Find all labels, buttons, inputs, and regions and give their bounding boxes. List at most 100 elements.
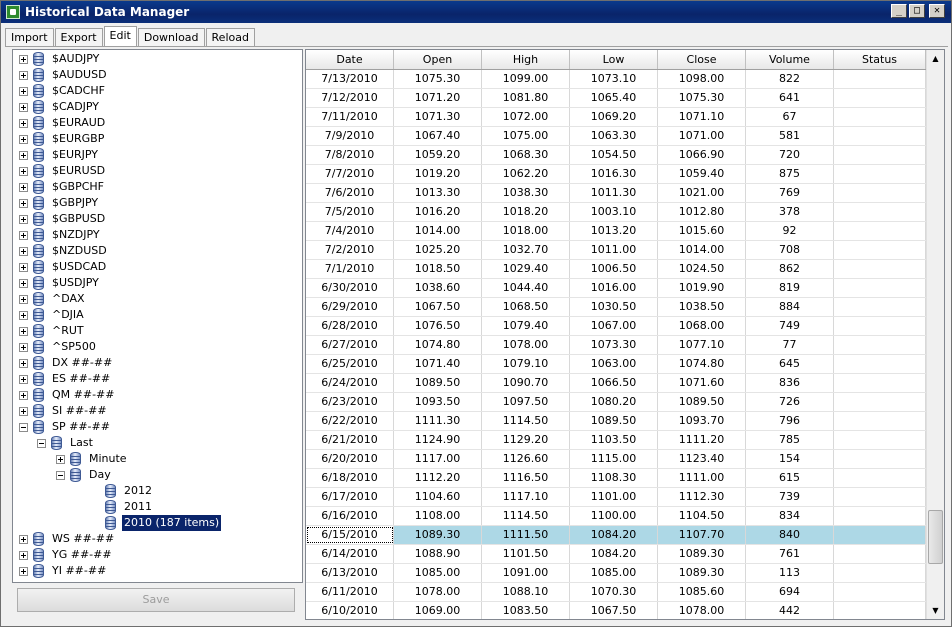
tree-node[interactable]: $GBPUSD	[19, 211, 107, 227]
cell-low[interactable]: 1065.40	[570, 89, 658, 107]
close-button[interactable]: ✕	[929, 4, 945, 18]
tab-edit[interactable]: Edit	[103, 26, 137, 47]
expand-icon[interactable]	[19, 150, 28, 160]
cell-low[interactable]: 1016.30	[570, 165, 658, 183]
expand-icon[interactable]	[19, 166, 28, 176]
cell-status[interactable]	[834, 450, 926, 468]
table-row[interactable]: 6/29/2010 1067.50 1068.50 1030.50 1038.50 884	[306, 298, 926, 317]
cell-open[interactable]: 1117.00	[394, 450, 482, 468]
cell-open[interactable]: 1025.20	[394, 241, 482, 259]
cell-high[interactable]: 1101.50	[482, 545, 570, 563]
cell-volume[interactable]: 836	[746, 374, 834, 392]
cell-status[interactable]	[834, 488, 926, 506]
vertical-scrollbar[interactable]: ▲ ▼	[926, 50, 944, 619]
cell-low[interactable]: 1011.00	[570, 241, 658, 259]
cell-date[interactable]: 6/24/2010	[306, 374, 394, 392]
expand-icon[interactable]	[19, 326, 28, 336]
cell-open[interactable]: 1069.00	[394, 602, 482, 619]
table-row[interactable]: 6/21/2010 1124.90 1129.20 1103.50 1111.20 785	[306, 431, 926, 450]
expand-icon[interactable]	[19, 534, 28, 544]
collapse-icon[interactable]	[56, 470, 65, 480]
tree-node[interactable]: $GBPJPY	[19, 195, 100, 211]
cell-status[interactable]	[834, 184, 926, 202]
cell-date[interactable]: 6/10/2010	[306, 602, 394, 619]
tree-node[interactable]: ^SP500	[19, 339, 98, 355]
cell-high[interactable]: 1078.00	[482, 336, 570, 354]
expand-icon[interactable]	[56, 454, 65, 464]
cell-high[interactable]: 1029.40	[482, 260, 570, 278]
cell-close[interactable]: 1078.00	[658, 602, 746, 619]
cell-open[interactable]: 1124.90	[394, 431, 482, 449]
expand-icon[interactable]	[19, 278, 28, 288]
tree-node[interactable]: ES ##-##	[19, 371, 112, 387]
cell-date[interactable]: 7/1/2010	[306, 260, 394, 278]
table-row[interactable]: 6/28/2010 1076.50 1079.40 1067.00 1068.00 749	[306, 317, 926, 336]
collapse-icon[interactable]	[19, 422, 28, 432]
cell-status[interactable]	[834, 89, 926, 107]
cell-close[interactable]: 1066.90	[658, 146, 746, 164]
expand-icon[interactable]	[19, 54, 28, 64]
cell-close[interactable]: 1077.10	[658, 336, 746, 354]
cell-status[interactable]	[834, 526, 926, 544]
cell-low[interactable]: 1063.30	[570, 127, 658, 145]
table-row[interactable]: 7/1/2010 1018.50 1029.40 1006.50 1024.50 862	[306, 260, 926, 279]
cell-high[interactable]: 1099.00	[482, 70, 570, 88]
table-row[interactable]: 7/5/2010 1016.20 1018.20 1003.10 1012.80 378	[306, 203, 926, 222]
cell-date[interactable]: 6/14/2010	[306, 545, 394, 563]
cell-open[interactable]: 1014.00	[394, 222, 482, 240]
cell-close[interactable]: 1071.60	[658, 374, 746, 392]
tree-node[interactable]: $AUDUSD	[19, 67, 109, 83]
tab-export[interactable]: Export	[54, 28, 103, 46]
tree-node[interactable]: QM ##-##	[19, 387, 116, 403]
expand-icon[interactable]	[19, 118, 28, 128]
cell-low[interactable]: 1073.30	[570, 336, 658, 354]
column-header-close[interactable]: Close	[658, 50, 746, 69]
table-row[interactable]: 6/17/2010 1104.60 1117.10 1101.00 1112.30 739	[306, 488, 926, 507]
cell-close[interactable]: 1085.60	[658, 583, 746, 601]
cell-date[interactable]: 7/6/2010	[306, 184, 394, 202]
cell-date[interactable]: 7/11/2010	[306, 108, 394, 126]
cell-date[interactable]: 6/27/2010	[306, 336, 394, 354]
cell-high[interactable]: 1081.80	[482, 89, 570, 107]
tree-node[interactable]: $EURUSD	[19, 163, 107, 179]
table-row[interactable]: 6/22/2010 1111.30 1114.50 1089.50 1093.70 796	[306, 412, 926, 431]
cell-open[interactable]: 1104.60	[394, 488, 482, 506]
cell-high[interactable]: 1079.10	[482, 355, 570, 373]
cell-volume[interactable]: 442	[746, 602, 834, 619]
cell-low[interactable]: 1054.50	[570, 146, 658, 164]
cell-close[interactable]: 1019.90	[658, 279, 746, 297]
expand-icon[interactable]	[19, 550, 28, 560]
table-row[interactable]: 6/24/2010 1089.50 1090.70 1066.50 1071.60 836	[306, 374, 926, 393]
cell-low[interactable]: 1084.20	[570, 526, 658, 544]
cell-open[interactable]: 1013.30	[394, 184, 482, 202]
table-row[interactable]: 6/30/2010 1038.60 1044.40 1016.00 1019.90 819	[306, 279, 926, 298]
cell-date[interactable]: 6/22/2010	[306, 412, 394, 430]
cell-close[interactable]: 1012.80	[658, 203, 746, 221]
cell-low[interactable]: 1016.00	[570, 279, 658, 297]
cell-volume[interactable]: 822	[746, 70, 834, 88]
cell-date[interactable]: 7/7/2010	[306, 165, 394, 183]
cell-volume[interactable]: 615	[746, 469, 834, 487]
cell-high[interactable]: 1114.50	[482, 412, 570, 430]
cell-status[interactable]	[834, 298, 926, 316]
cell-high[interactable]: 1090.70	[482, 374, 570, 392]
cell-high[interactable]: 1114.50	[482, 507, 570, 525]
cell-close[interactable]: 1098.00	[658, 70, 746, 88]
cell-low[interactable]: 1013.20	[570, 222, 658, 240]
table-row[interactable]: 6/18/2010 1112.20 1116.50 1108.30 1111.00 615	[306, 469, 926, 488]
expand-icon[interactable]	[19, 406, 28, 416]
cell-status[interactable]	[834, 507, 926, 525]
column-header-volume[interactable]: Volume	[746, 50, 834, 69]
cell-date[interactable]: 6/23/2010	[306, 393, 394, 411]
cell-low[interactable]: 1084.20	[570, 545, 658, 563]
column-header-open[interactable]: Open	[394, 50, 482, 69]
cell-high[interactable]: 1091.00	[482, 564, 570, 582]
cell-high[interactable]: 1083.50	[482, 602, 570, 619]
cell-close[interactable]: 1123.40	[658, 450, 746, 468]
cell-close[interactable]: 1107.70	[658, 526, 746, 544]
table-row[interactable]: 6/13/2010 1085.00 1091.00 1085.00 1089.30 113	[306, 564, 926, 583]
cell-date[interactable]: 6/18/2010	[306, 469, 394, 487]
tree-node[interactable]: ^RUT	[19, 323, 86, 339]
table-row[interactable]: 7/12/2010 1071.20 1081.80 1065.40 1075.30 641	[306, 89, 926, 108]
expand-icon[interactable]	[19, 86, 28, 96]
